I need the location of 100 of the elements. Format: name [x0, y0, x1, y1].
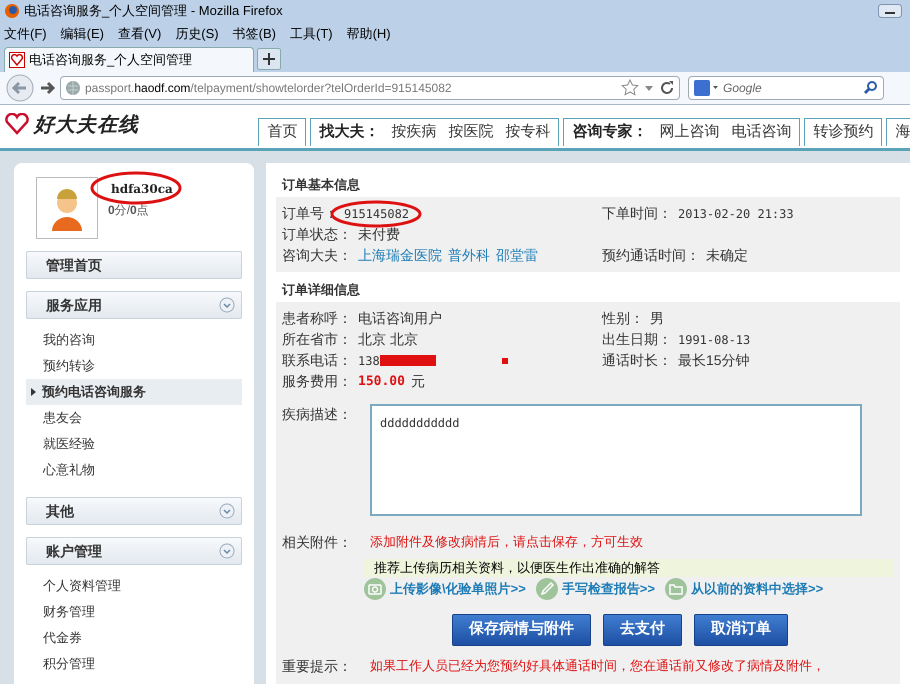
heart-logo-icon — [4, 113, 30, 135]
field-value: 未确定 — [706, 246, 748, 265]
notice-text: 添加附件及修改病情后，请点击保存，方可生效 — [370, 533, 643, 552]
doctor-link[interactable]: 普外科 — [448, 245, 490, 266]
redaction-mark — [502, 358, 508, 364]
upload-link[interactable]: 上传影像\化验单照片>> — [390, 578, 526, 598]
browser-tab[interactable]: 电话咨询服务_个人空间管理 — [4, 47, 254, 72]
nav-heading: 找大夫： — [319, 122, 380, 142]
nav-link[interactable]: 首页 — [258, 118, 306, 146]
minimize-button[interactable] — [878, 4, 902, 18]
section-title: 订单基本信息 — [280, 176, 361, 194]
menu-item[interactable]: 工具(T) — [290, 24, 333, 44]
avatar-icon — [36, 177, 98, 239]
doctor-link[interactable]: 邵堂雷 — [496, 245, 538, 266]
field-label: 所在省市： — [282, 330, 352, 349]
field-label: 下单时间： — [602, 204, 672, 223]
sidebar-item[interactable]: 积分管理 — [26, 651, 242, 677]
currency-unit: 元 — [410, 372, 425, 391]
sidebar-item[interactable]: 个人资料管理 — [26, 573, 242, 599]
field-value: 未付费 — [358, 225, 400, 244]
camera-icon — [364, 578, 386, 600]
heart-icon — [9, 52, 25, 68]
points-text: 0分/0点 — [108, 202, 150, 218]
field-label: 服务费用： — [282, 372, 352, 391]
field-label: 预约通话时间： — [602, 246, 700, 265]
triangle-icon — [31, 388, 36, 396]
url-text: passport.haodf.com/telpayment/showtelorder?telOrderId=915145082 — [85, 80, 453, 97]
upload-link[interactable]: 从以前的资料中选择>> — [690, 578, 824, 598]
search-engine-icon[interactable] — [693, 79, 719, 97]
nav-link[interactable]: 网上咨询 — [659, 121, 720, 144]
pencil-icon — [536, 578, 558, 600]
sidebar-item[interactable]: 就医经验 — [26, 431, 242, 457]
doctor-link[interactable]: 上海瑞金医院 — [358, 245, 442, 266]
menu-item[interactable]: 书签(B) — [232, 24, 276, 44]
price-value: 150.00 — [358, 372, 405, 391]
menu-item[interactable]: 帮助(H) — [346, 24, 391, 44]
field-label: 咨询大夫： — [282, 246, 352, 265]
sidebar-item[interactable]: 患友会 — [26, 405, 242, 431]
field-value: 138 — [358, 352, 380, 370]
chevron-down-icon[interactable] — [219, 543, 235, 559]
section-header[interactable]: 其他 — [26, 497, 242, 525]
new-tab-button[interactable] — [257, 48, 281, 70]
field-label: 性别： — [602, 309, 644, 328]
chevron-down-icon[interactable] — [219, 297, 235, 313]
sidebar-item[interactable]: 代金券 — [26, 625, 242, 651]
section-header[interactable]: 账户管理 — [26, 537, 242, 565]
section-header[interactable]: 服务应用 — [26, 291, 242, 319]
field-value: 2013-02-20 21:33 — [678, 206, 794, 222]
redaction-bar — [380, 355, 436, 366]
field-label: 疾病描述： — [282, 405, 353, 424]
nav-link[interactable]: 按专科 — [505, 121, 550, 144]
field-value: 最长15分钟 — [678, 351, 750, 370]
nav-link[interactable]: 按疾病 — [391, 121, 436, 144]
forward-button[interactable] — [38, 79, 56, 97]
nav-link[interactable]: 电话咨询 — [731, 121, 792, 144]
field-value: 男 — [650, 309, 664, 328]
field-label: 患者称呼： — [282, 309, 352, 328]
field-value: 1991-08-13 — [678, 332, 750, 348]
upload-link[interactable]: 手写检查报告>> — [562, 578, 655, 598]
section-header[interactable]: 管理首页 — [26, 251, 242, 279]
search-icon[interactable] — [863, 80, 879, 96]
site-logo[interactable]: 好大夫在线 — [34, 109, 139, 139]
action-button[interactable]: 去支付 — [603, 614, 682, 646]
nav-heading: 咨询专家： — [572, 122, 648, 142]
window-title: 电话咨询服务_个人空间管理 - Mozilla Firefox — [24, 2, 283, 20]
nav-link[interactable]: 转诊预约 — [804, 118, 882, 146]
address-bar[interactable]: passport.haodf.com/telpayment/showtelorder?telOrderId=915145082 — [60, 76, 680, 100]
field-label: 联系电话： — [282, 351, 352, 370]
action-button[interactable]: 取消订单 — [694, 614, 788, 646]
menu-item[interactable]: 查看(V) — [118, 24, 162, 44]
field-label: 重要提示： — [282, 656, 353, 676]
menu-item[interactable]: 编辑(E) — [60, 24, 104, 44]
sidebar-item[interactable]: 我的咨询 — [26, 327, 242, 353]
globe-icon — [65, 80, 81, 96]
search-field[interactable]: Google — [723, 79, 859, 97]
field-label: 通话时长： — [602, 351, 672, 370]
sidebar-item[interactable]: 预约电话咨询服务 — [26, 379, 242, 405]
folder-icon — [664, 578, 687, 600]
important-text: 如果工作人员已经为您预约好具体通话时间，您在通话前又修改了病情及附件， — [370, 657, 825, 676]
sidebar-item[interactable]: 预约转诊 — [26, 353, 242, 379]
description-field[interactable]: ddddddddddd — [370, 404, 862, 516]
sidebar-item[interactable]: 财务管理 — [26, 599, 242, 625]
field-value: 915145082 — [344, 206, 410, 222]
field-label: 出生日期： — [602, 330, 672, 349]
section-title: 订单详细信息 — [280, 281, 361, 300]
search-bar[interactable]: Google — [688, 76, 884, 100]
action-button[interactable]: 保存病情与附件 — [452, 614, 591, 646]
field-value: 北京 北京 — [358, 330, 418, 349]
nav-link[interactable]: 按医院 — [448, 121, 494, 144]
menu-item[interactable]: 文件(F) — [4, 24, 47, 44]
reload-icon[interactable] — [659, 80, 675, 96]
sidebar-item[interactable]: 心意礼物 — [26, 457, 242, 483]
bookmark-star-icon[interactable] — [621, 79, 639, 97]
menu-item[interactable]: 历史(S) — [175, 24, 219, 44]
chevron-down-icon[interactable] — [219, 503, 235, 519]
field-label: 相关附件： — [282, 532, 353, 552]
nav-link[interactable]: 海 — [886, 118, 910, 146]
field-label: 订单状态： — [282, 225, 352, 244]
tip-text: 推荐上传病历相关资料，以便医生作出准确的解答 — [374, 558, 660, 577]
field-value: 电话咨询用户 — [358, 309, 442, 328]
